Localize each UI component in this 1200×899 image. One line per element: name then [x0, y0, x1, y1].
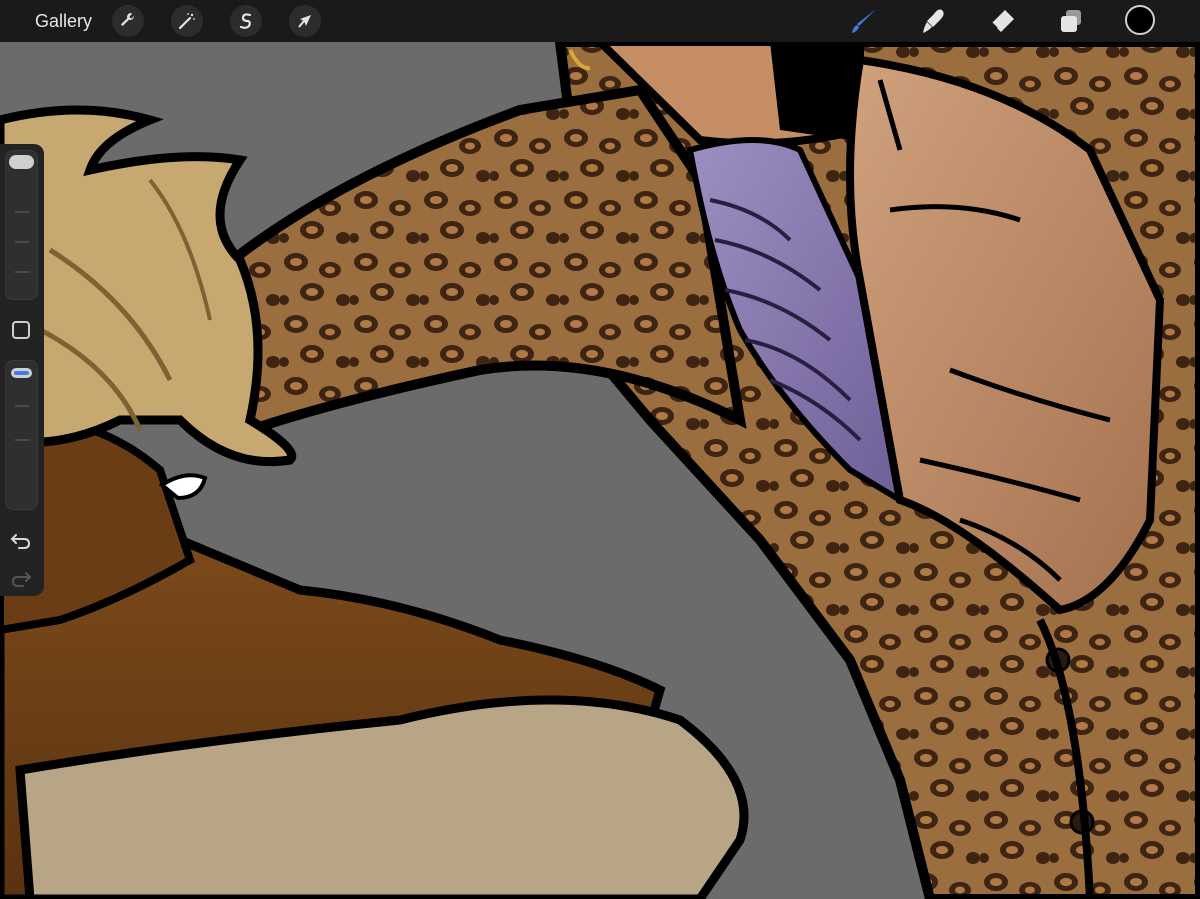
modify-button[interactable] [12, 321, 30, 339]
slider-tick [15, 271, 29, 273]
transform-button[interactable] [289, 5, 321, 37]
layers-icon [1061, 10, 1081, 32]
color-picker-button[interactable] [1125, 5, 1155, 35]
opacity-slider[interactable] [5, 360, 38, 510]
adjustments-button[interactable] [171, 5, 203, 37]
brush-icon [852, 9, 876, 33]
slider-tick [15, 439, 29, 441]
eraser-icon [991, 10, 1014, 32]
brush-tool-button[interactable] [848, 6, 880, 36]
redo-icon[interactable] [10, 568, 32, 588]
undo-icon[interactable] [10, 530, 32, 550]
opacity-thumb[interactable] [9, 366, 34, 380]
selection-button[interactable] [230, 5, 262, 37]
slider-tick [15, 405, 29, 407]
smudge-icon [923, 9, 944, 33]
man-shadow [770, 42, 860, 140]
slider-tick [15, 211, 29, 213]
magic-wand-icon [178, 13, 195, 30]
wrench-icon [121, 13, 134, 26]
layers-button[interactable] [1055, 6, 1087, 36]
smudge-tool-button[interactable] [917, 6, 949, 36]
slider-tick [15, 241, 29, 243]
actions-button[interactable] [112, 5, 144, 37]
drawing-canvas[interactable] [0, 42, 1200, 899]
transform-arrow-icon [298, 15, 311, 28]
left-sidebar [0, 144, 44, 596]
eraser-tool-button[interactable] [986, 6, 1018, 36]
gallery-button[interactable]: Gallery [35, 10, 92, 32]
selection-s-icon [239, 13, 252, 29]
brush-size-slider[interactable] [5, 150, 38, 300]
brush-size-thumb[interactable] [9, 155, 34, 169]
top-toolbar: Gallery [0, 0, 1200, 42]
